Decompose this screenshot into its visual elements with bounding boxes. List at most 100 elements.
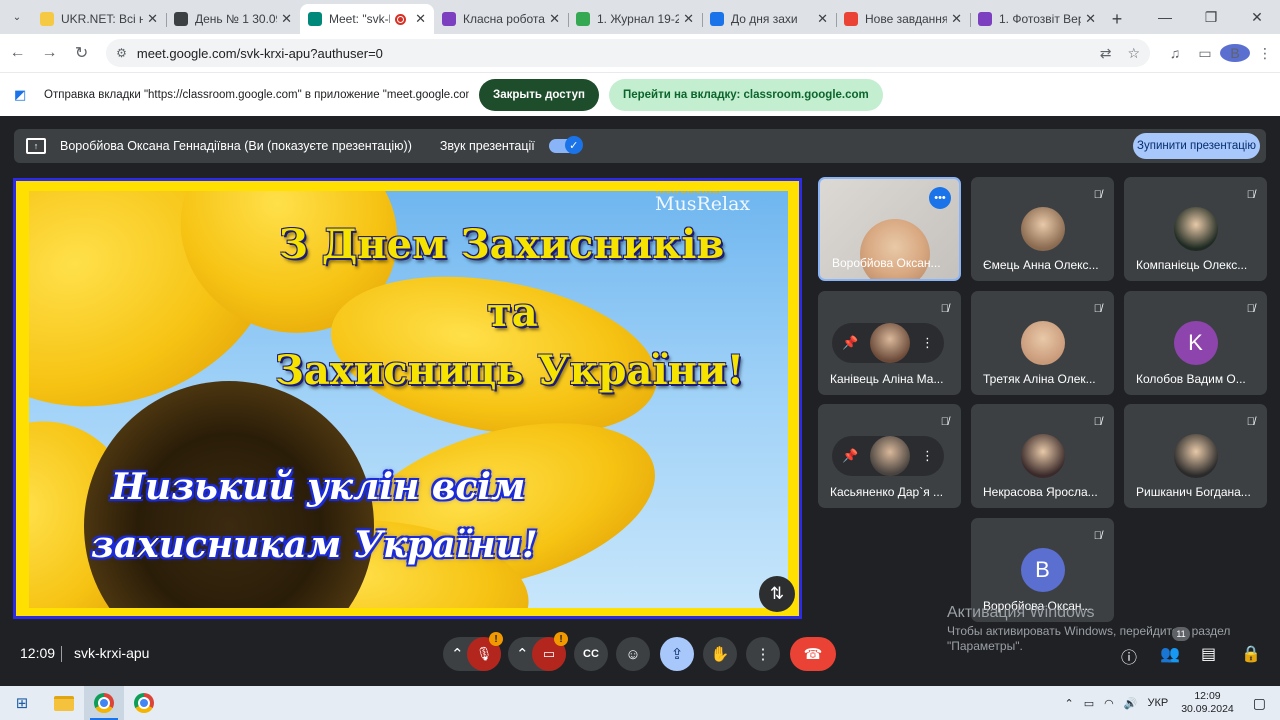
minimize-icon[interactable]: — bbox=[1142, 0, 1188, 34]
close-window-icon[interactable]: ✕ bbox=[1234, 0, 1280, 34]
maximize-icon[interactable]: ❐ bbox=[1188, 0, 1234, 34]
share-tab-icon: ◩ bbox=[14, 86, 27, 102]
people-icon[interactable]: 👥 bbox=[1160, 644, 1180, 664]
new-tab-button[interactable]: + bbox=[1104, 4, 1130, 34]
system-tray: ⌃ ▭ ◠ 🔊 УКР 12:09 30.09.2024 ▢ bbox=[1060, 686, 1280, 720]
more-options-icon[interactable]: ⋮ bbox=[921, 448, 934, 464]
close-tab-icon[interactable]: ✕ bbox=[147, 11, 158, 27]
browser-tab[interactable]: До дня захи ✕ bbox=[702, 4, 836, 34]
more-options-icon[interactable]: ⋮ bbox=[746, 637, 780, 671]
chevron-up-icon: ⌃ bbox=[451, 646, 464, 663]
chat-icon[interactable]: ▤ bbox=[1201, 644, 1216, 664]
mic-off-icon[interactable]: 🎙! bbox=[467, 632, 503, 671]
pin-icon[interactable]: 📌 bbox=[842, 448, 858, 464]
windows-start-icon[interactable]: ⊞ bbox=[0, 686, 44, 720]
tab-search-chevron-icon[interactable]: ⌄ bbox=[6, 6, 28, 28]
mic-muted-icon: 🎙̸ bbox=[940, 416, 949, 428]
close-tab-icon[interactable]: ✕ bbox=[951, 11, 962, 27]
audio-options-button[interactable]: ⌃ 🎙! bbox=[443, 632, 503, 671]
translate-icon[interactable]: ⇄ bbox=[1100, 45, 1112, 62]
tab-favicon-icon bbox=[576, 12, 590, 26]
present-now-icon[interactable]: ⇪ bbox=[660, 637, 694, 671]
address-bar[interactable]: ⚙ meet.google.com/svk-krxi-apu?authuser=… bbox=[106, 39, 1150, 67]
browser-menu-icon[interactable]: ⋮ bbox=[1250, 45, 1280, 62]
presentation-sound-toggle[interactable] bbox=[548, 136, 583, 154]
tab-title: До дня захи bbox=[731, 12, 798, 26]
participant-tile[interactable]: ••• Воробйова Оксан... bbox=[818, 177, 961, 281]
url-text[interactable]: meet.google.com/svk-krxi-apu?authuser=0 bbox=[137, 46, 1084, 61]
participant-tile[interactable]: 🎙̸ Компанієць Олекс... bbox=[1124, 177, 1267, 281]
bookmark-star-icon[interactable]: ☆ bbox=[1127, 45, 1140, 62]
emoji-icon[interactable]: ☺ bbox=[616, 637, 650, 671]
participant-tile[interactable]: 🎙̸ 📌 ⋮ Канівець Аліна Ма... bbox=[818, 291, 961, 395]
taskbar-time: 12:09 bbox=[1194, 690, 1221, 702]
tab-favicon-icon bbox=[844, 12, 858, 26]
tab-title: Meet: "svk-kr bbox=[329, 12, 390, 26]
tab-title: 1. Фотозвіт Вере bbox=[999, 12, 1081, 26]
volume-icon[interactable]: 🔊 bbox=[1124, 697, 1138, 710]
close-tab-icon[interactable]: ✕ bbox=[549, 11, 560, 27]
extensions-icon[interactable]: ▭ bbox=[1190, 45, 1220, 62]
tab-sharing-infobar: ◩ Отправка вкладки "https://classroom.go… bbox=[0, 72, 1280, 116]
more-options-icon[interactable]: ⋮ bbox=[921, 335, 934, 351]
browser-tab[interactable]: День № 1 30.09 ✕ bbox=[166, 4, 300, 34]
browser-tab[interactable]: Класна робота д ✕ bbox=[434, 4, 568, 34]
browser-tab[interactable]: UKR.NET: Всі нов✕ bbox=[32, 4, 166, 34]
captions-icon[interactable]: CC bbox=[574, 637, 608, 671]
file-explorer-icon[interactable] bbox=[44, 686, 84, 720]
forward-arrow-icon[interactable]: → bbox=[35, 38, 64, 68]
chrome-taskbar-icon[interactable] bbox=[84, 686, 124, 720]
battery-icon[interactable]: ▭ bbox=[1084, 697, 1094, 710]
wifi-icon[interactable]: ◠ bbox=[1104, 697, 1114, 710]
raise-hand-icon[interactable]: ✋ bbox=[703, 637, 737, 671]
media-controls-icon[interactable]: ♫ bbox=[1160, 45, 1190, 61]
back-arrow-icon[interactable]: ← bbox=[3, 38, 32, 68]
window-controls: — ❐ ✕ bbox=[1142, 0, 1280, 34]
participant-name: Компанієць Олекс... bbox=[1136, 258, 1248, 272]
brand-logo-text: MusRelax bbox=[655, 193, 751, 215]
meeting-details-icon[interactable]: ⓘ bbox=[1121, 644, 1137, 668]
chrome-second-window-icon[interactable] bbox=[124, 686, 164, 720]
swap-layout-button[interactable]: ⇅ bbox=[759, 576, 795, 612]
close-tab-icon[interactable]: ✕ bbox=[1085, 11, 1096, 27]
warning-icon: ! bbox=[554, 632, 568, 646]
close-tab-icon[interactable]: ✕ bbox=[281, 11, 292, 27]
site-settings-icon[interactable]: ⚙ bbox=[116, 46, 127, 60]
watermark-text: Чтобы активировать Windows, перейдите в … bbox=[947, 623, 1231, 654]
participant-tile[interactable]: 🎙̸ K Колобов Вадим О... bbox=[1124, 291, 1267, 395]
close-tab-icon[interactable]: ✕ bbox=[415, 11, 426, 27]
participant-tile[interactable]: 🎙̸ Ришканич Богдана... bbox=[1124, 404, 1267, 508]
divider bbox=[61, 646, 62, 662]
close-tab-icon[interactable]: ✕ bbox=[817, 11, 828, 27]
tab-favicon-icon bbox=[174, 12, 188, 26]
leave-call-icon[interactable]: ☎ bbox=[790, 637, 836, 671]
participant-tile[interactable]: 🎙̸ 📌 ⋮ Касьяненко Дар`я ... bbox=[818, 404, 961, 508]
close-tab-icon[interactable]: ✕ bbox=[683, 11, 694, 27]
stop-presenting-button[interactable]: Зупинити презентацію bbox=[1133, 133, 1260, 159]
participant-avatar bbox=[869, 436, 910, 476]
chevron-up-icon: ⌃ bbox=[516, 646, 529, 663]
browser-tab[interactable]: 1. Журнал 19-23 ✕ bbox=[568, 4, 702, 34]
tray-overflow-icon[interactable]: ⌃ bbox=[1065, 697, 1074, 710]
browser-tab[interactable]: Meet: "svk-kr ✕ bbox=[300, 4, 434, 34]
more-options-icon[interactable]: ••• bbox=[929, 187, 951, 209]
slide-heading-line2: та bbox=[487, 289, 538, 336]
profile-avatar[interactable]: B bbox=[1220, 44, 1250, 62]
participant-tile[interactable]: 🎙̸ Некрасова Яросла... bbox=[971, 404, 1114, 508]
tab-title: День № 1 30.09 bbox=[195, 12, 278, 26]
taskbar-clock[interactable]: 12:09 30.09.2024 bbox=[1181, 690, 1234, 716]
notifications-icon[interactable]: ▢ bbox=[1253, 695, 1266, 712]
camera-off-icon[interactable]: ▭! bbox=[532, 632, 568, 671]
participant-avatar bbox=[1020, 207, 1065, 251]
participant-tile[interactable]: 🎙̸ Ємець Анна Олекс... bbox=[971, 177, 1114, 281]
video-options-button[interactable]: ⌃ ▭! bbox=[508, 632, 568, 671]
host-controls-icon[interactable]: 🔒 bbox=[1241, 644, 1261, 664]
switch-to-tab-button[interactable]: Перейти на вкладку: classroom.google.com bbox=[608, 78, 883, 111]
stop-sharing-button[interactable]: Закрыть доступ bbox=[479, 78, 599, 111]
keyboard-language[interactable]: УКР bbox=[1147, 697, 1168, 709]
browser-tab[interactable]: Нове завдання: ✕ bbox=[836, 4, 970, 34]
browser-tab[interactable]: 1. Фотозвіт Вере ✕ bbox=[970, 4, 1104, 34]
reload-icon[interactable]: ↻ bbox=[67, 38, 96, 68]
participant-tile[interactable]: 🎙̸ Третяк Аліна Олек... bbox=[971, 291, 1114, 395]
pin-icon[interactable]: 📌 bbox=[842, 335, 858, 351]
